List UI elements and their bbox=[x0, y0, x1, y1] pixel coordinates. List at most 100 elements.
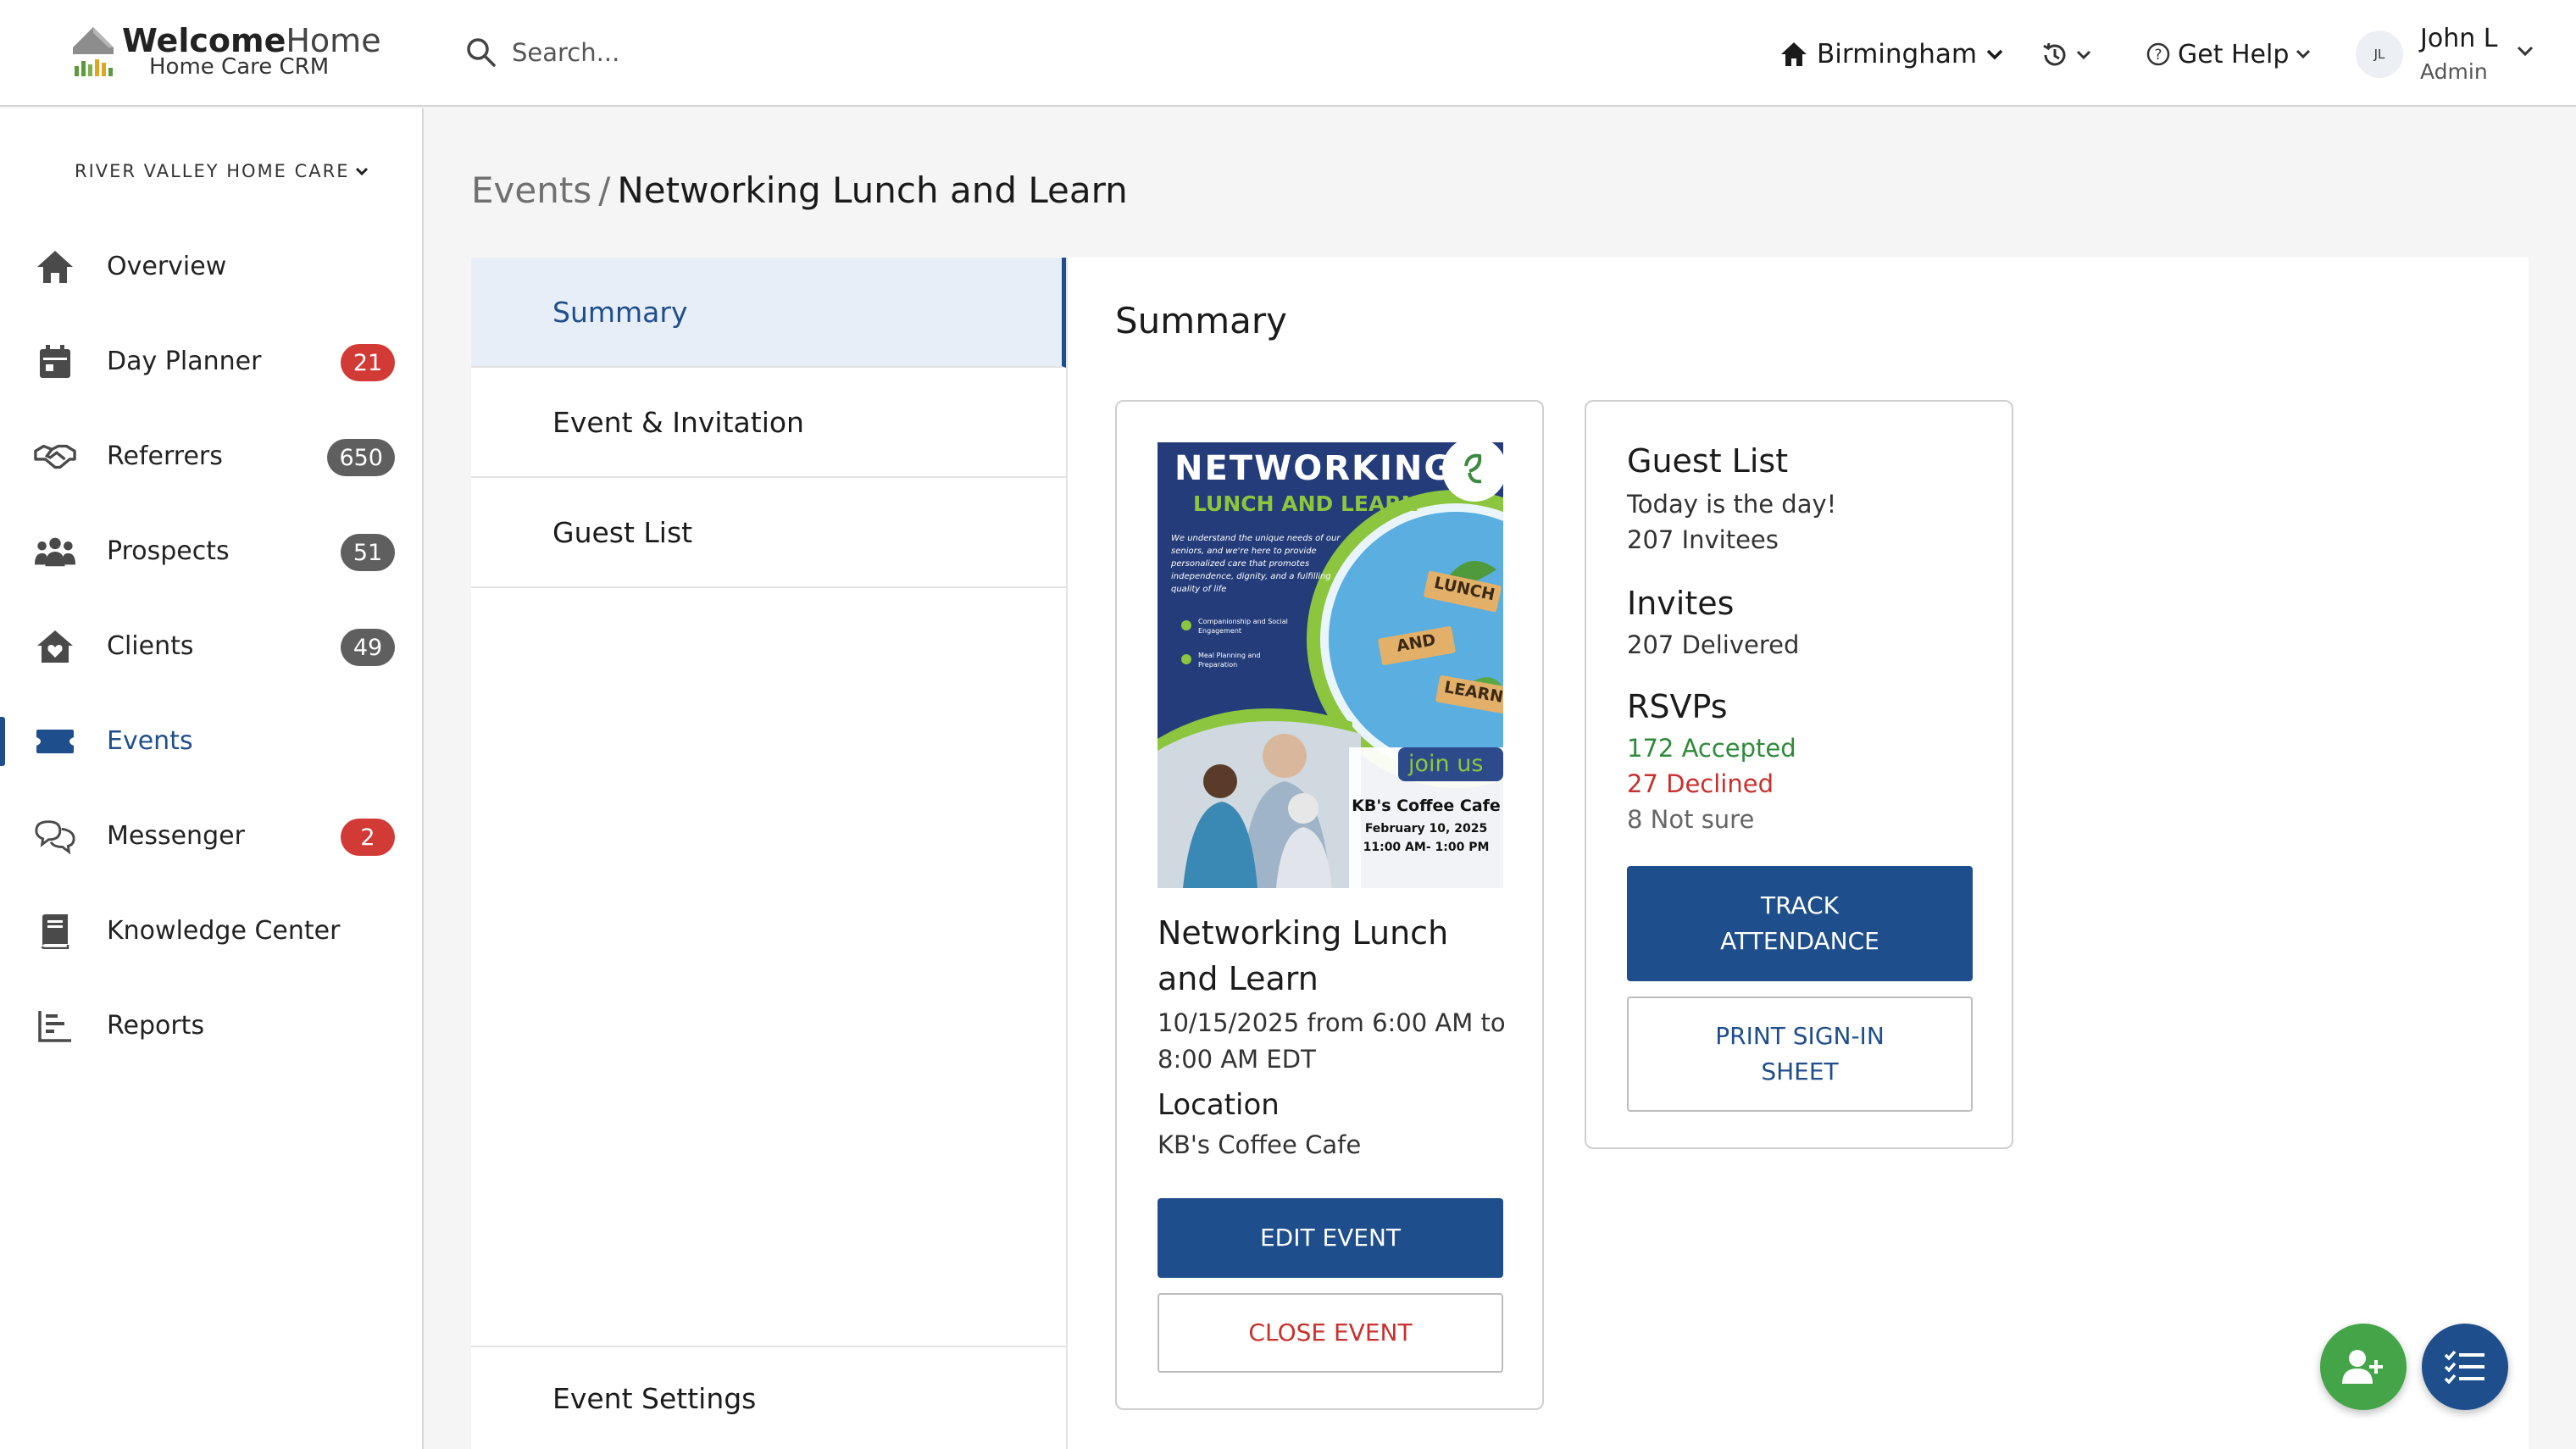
sidebar-item-referrers[interactable]: Referrers 650 bbox=[0, 408, 424, 503]
flyer-date: February 10, 2025 bbox=[1364, 822, 1488, 836]
tab-event-invitation[interactable]: Event & Invitation bbox=[471, 368, 1066, 478]
history-icon bbox=[2043, 42, 2066, 66]
calendar-icon bbox=[40, 345, 70, 378]
user-name: John L bbox=[2420, 24, 2498, 53]
add-person-icon bbox=[2342, 1350, 2383, 1384]
count-badge: 650 bbox=[327, 439, 395, 476]
breadcrumb: Events / Networking Lunch and Learn bbox=[471, 169, 1128, 211]
help-circle-icon: ? bbox=[2146, 42, 2170, 66]
user-role: Admin bbox=[2420, 59, 2488, 84]
svg-text:?: ? bbox=[2154, 47, 2162, 64]
flyer-title: NETWORKING bbox=[1174, 449, 1454, 488]
search-input[interactable] bbox=[512, 29, 1020, 76]
chevron-down-icon bbox=[2517, 46, 2534, 57]
brand-logo[interactable]: WelcomeHome Home Care CRM bbox=[69, 22, 381, 86]
home-icon bbox=[1781, 42, 1807, 66]
get-help-menu[interactable]: ? Get Help bbox=[2146, 31, 2311, 78]
sidebar-item-label: Clients bbox=[107, 630, 194, 661]
declined-count: 27 Declined bbox=[1627, 769, 1774, 798]
task-list-button[interactable] bbox=[2422, 1324, 2508, 1410]
org-name: RIVER VALLEY HOME CARE bbox=[75, 161, 350, 181]
not-sure-count: 8 Not sure bbox=[1627, 805, 1755, 834]
guest-list-heading: Guest List bbox=[1627, 442, 1789, 480]
history-menu[interactable] bbox=[2040, 34, 2091, 76]
breadcrumb-separator: / bbox=[598, 169, 611, 211]
sidebar-item-prospects[interactable]: Prospects 51 bbox=[0, 503, 424, 598]
house-logo-icon bbox=[73, 27, 114, 76]
chat-icon bbox=[35, 820, 75, 854]
flyer-venue: KB's Coffee Cafe bbox=[1352, 797, 1501, 815]
tab-guest-list[interactable]: Guest List bbox=[471, 478, 1066, 588]
rsvps-heading: RSVPs bbox=[1627, 688, 1728, 725]
count-badge: 2 bbox=[341, 819, 395, 856]
today-text: Today is the day! bbox=[1627, 490, 1837, 519]
sidebar-item-label: Reports bbox=[107, 1010, 205, 1041]
event-card: NETWORKING LUNCH AND LEARN We understand… bbox=[1115, 400, 1544, 1410]
event-tabs: Summary Event & Invitation Guest List Ev… bbox=[471, 258, 1066, 1449]
page-title: Networking Lunch and Learn bbox=[617, 169, 1128, 211]
tab-event-settings[interactable]: Event Settings bbox=[471, 1346, 1066, 1449]
sidebar-item-label: Events bbox=[107, 725, 193, 756]
sidebar-item-events[interactable]: Events bbox=[0, 693, 424, 788]
panel-title: Summary bbox=[1115, 300, 1287, 341]
sidebar-item-label: Day Planner bbox=[107, 346, 262, 376]
user-menu[interactable]: JL John L Admin bbox=[2356, 20, 2559, 88]
sidebar-item-day-planner[interactable]: Day Planner 21 bbox=[0, 314, 424, 408]
flyer-bullet: Companionship and Social Engagement bbox=[1198, 618, 1288, 635]
sidebar-item-knowledge-center[interactable]: Knowledge Center bbox=[0, 883, 424, 978]
chevron-down-icon bbox=[355, 167, 368, 175]
brand-subtitle: Home Care CRM bbox=[149, 54, 330, 80]
delivered-count: 207 Delivered bbox=[1627, 630, 1800, 659]
sidebar-item-reports[interactable]: Reports bbox=[0, 978, 424, 1073]
sidebar: RIVER VALLEY HOME CARE Overview Day Plan… bbox=[0, 108, 424, 1449]
tab-summary[interactable]: Summary bbox=[471, 258, 1066, 368]
flyer-time: 11:00 AM- 1:00 PM bbox=[1363, 841, 1490, 854]
home-icon bbox=[37, 251, 73, 283]
accepted-count: 172 Accepted bbox=[1627, 734, 1796, 763]
edit-event-button[interactable]: EDIT EVENT bbox=[1158, 1198, 1503, 1278]
checklist-icon bbox=[2444, 1350, 2484, 1384]
count-badge: 21 bbox=[341, 344, 395, 381]
help-label: Get Help bbox=[2178, 39, 2290, 69]
flyer-blurb: We understand the unique needs of our se… bbox=[1171, 534, 1341, 594]
track-attendance-button[interactable]: TRACK ATTENDANCE bbox=[1627, 866, 1973, 981]
sidebar-item-messenger[interactable]: Messenger 2 bbox=[0, 788, 424, 883]
location-heading: Location bbox=[1158, 1088, 1280, 1122]
chevron-down-icon bbox=[1986, 49, 2003, 60]
ticket-icon bbox=[36, 730, 74, 753]
breadcrumb-events-link[interactable]: Events bbox=[471, 169, 591, 211]
chevron-down-icon bbox=[2076, 50, 2091, 60]
count-badge: 51 bbox=[341, 534, 395, 571]
event-flyer-image: NETWORKING LUNCH AND LEARN We understand… bbox=[1158, 442, 1503, 888]
sidebar-item-overview[interactable]: Overview bbox=[0, 219, 424, 314]
event-location: KB's Coffee Cafe bbox=[1158, 1130, 1362, 1159]
sidebar-item-clients[interactable]: Clients 49 bbox=[0, 598, 424, 693]
event-datetime: 10/15/2025 from 6:00 AM to 8:00 AM EDT bbox=[1158, 1008, 1506, 1074]
sidebar-item-label: Messenger bbox=[107, 820, 245, 851]
book-icon bbox=[41, 914, 69, 949]
location-selector[interactable]: Birmingham bbox=[1779, 31, 2004, 78]
people-icon bbox=[34, 537, 76, 567]
print-sign-in-sheet-button[interactable]: PRINT SIGN-IN SHEET bbox=[1627, 997, 1973, 1112]
location-label: Birmingham bbox=[1817, 39, 1978, 69]
chevron-down-icon bbox=[2296, 49, 2311, 59]
flyer-subtitle: LUNCH AND LEARN bbox=[1193, 491, 1419, 516]
invites-heading: Invites bbox=[1627, 585, 1735, 622]
handshake-icon bbox=[34, 444, 76, 469]
invitee-count: 207 Invitees bbox=[1627, 525, 1779, 554]
org-selector[interactable]: RIVER VALLEY HOME CARE bbox=[75, 161, 369, 181]
count-badge: 49 bbox=[341, 629, 395, 666]
sidebar-nav: Overview Day Planner 21 Referrers 650 Pr… bbox=[0, 219, 424, 1073]
sidebar-item-label: Overview bbox=[107, 251, 227, 281]
guest-list-card: Guest List Today is the day! 207 Invitee… bbox=[1585, 400, 2013, 1149]
event-name: Networking Lunch and Learn bbox=[1158, 914, 1449, 997]
close-event-button[interactable]: CLOSE EVENT bbox=[1158, 1293, 1503, 1373]
avatar: JL bbox=[2356, 31, 2403, 78]
top-header: WelcomeHome Home Care CRM Birmingham ? G… bbox=[0, 0, 2576, 107]
add-person-button[interactable] bbox=[2320, 1324, 2407, 1410]
flyer-bullet: Meal Planning and Preparation bbox=[1198, 652, 1261, 669]
sidebar-item-label: Referrers bbox=[107, 441, 223, 471]
sidebar-item-label: Knowledge Center bbox=[107, 915, 341, 946]
house-heart-icon bbox=[37, 630, 73, 663]
summary-panel: Summary NETWORKING LUNCH AND LEARN We un… bbox=[1066, 258, 2529, 1449]
